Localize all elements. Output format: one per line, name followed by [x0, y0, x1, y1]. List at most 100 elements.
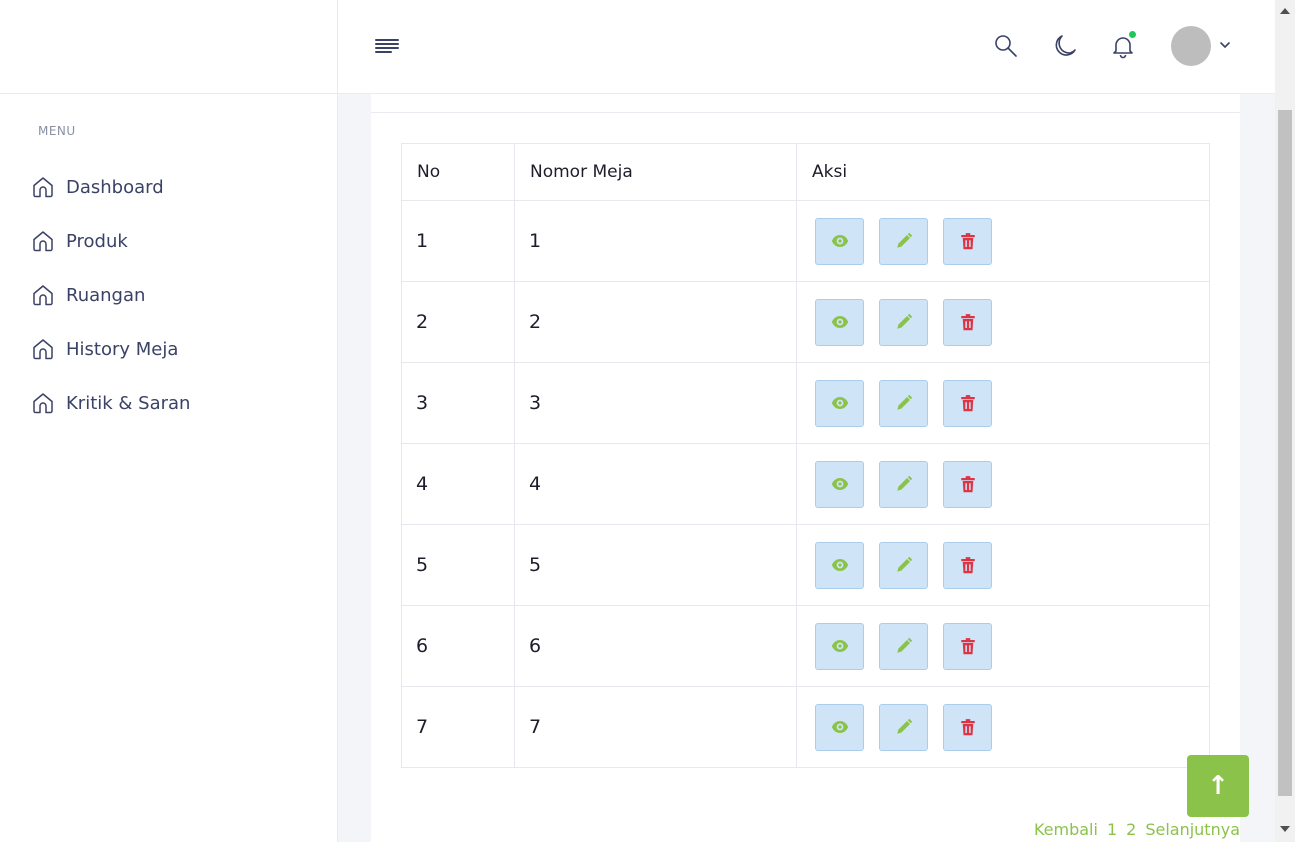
scroll-up-icon[interactable] [1280, 8, 1290, 14]
sidebar-item-label: History Meja [66, 338, 179, 360]
cell-no: 6 [401, 605, 515, 687]
eye-icon [831, 235, 848, 247]
row-actions [811, 298, 1209, 346]
view-button[interactable] [815, 541, 864, 589]
row-actions [811, 541, 1209, 589]
cell-no: 1 [401, 200, 515, 282]
eye-icon [831, 397, 848, 409]
trash-icon [960, 557, 975, 574]
avatar[interactable] [1171, 26, 1211, 66]
arrow-up-icon: ↑ [1207, 771, 1229, 801]
pagination-prev[interactable]: Kembali [1034, 820, 1098, 839]
delete-button[interactable] [943, 217, 992, 265]
delete-button[interactable] [943, 460, 992, 508]
sidebar-item-history-meja[interactable]: History Meja [31, 322, 190, 376]
content-card: No Nomor Meja Aksi 11223344556677 Kembal… [371, 94, 1240, 842]
delete-button[interactable] [943, 379, 992, 427]
trash-icon [960, 314, 975, 331]
row-actions [811, 703, 1209, 751]
sidebar-item-ruangan[interactable]: Ruangan [31, 268, 190, 322]
cell-nomor-meja: 4 [514, 443, 797, 525]
edit-button[interactable] [879, 460, 928, 508]
notification-dot [1128, 30, 1137, 39]
view-button[interactable] [815, 379, 864, 427]
delete-button[interactable] [943, 703, 992, 751]
cell-aksi [796, 200, 1210, 282]
cell-nomor-meja: 2 [514, 281, 797, 363]
sidebar-item-produk[interactable]: Produk [31, 214, 190, 268]
view-button[interactable] [815, 622, 864, 670]
table-header-row: No Nomor Meja Aksi [401, 143, 1210, 201]
cell-no: 2 [401, 281, 515, 363]
pagination-page-2[interactable]: 2 [1126, 820, 1136, 839]
pagination-next[interactable]: Selanjutnya [1145, 820, 1240, 839]
edit-button[interactable] [879, 217, 928, 265]
sidebar-item-kritik-saran[interactable]: Kritik & Saran [31, 376, 190, 430]
delete-button[interactable] [943, 541, 992, 589]
menu-label: MENU [38, 124, 76, 138]
back-to-top-button[interactable]: ↑ [1187, 755, 1249, 817]
cell-nomor-meja: 5 [514, 524, 797, 606]
edit-button[interactable] [879, 298, 928, 346]
edit-button[interactable] [879, 622, 928, 670]
cell-nomor-meja: 7 [514, 686, 797, 768]
column-header-nomor-meja: Nomor Meja [514, 143, 797, 201]
sidebar-item-label: Ruangan [66, 284, 146, 306]
cell-nomor-meja: 1 [514, 200, 797, 282]
sidebar-nav: Dashboard Produk Ruangan History Meja Kr… [31, 160, 190, 430]
home-icon [33, 231, 53, 252]
home-icon [33, 177, 53, 198]
edit-button[interactable] [879, 703, 928, 751]
pencil-icon [896, 232, 912, 248]
table-row: 77 [401, 686, 1210, 768]
cell-aksi [796, 686, 1210, 768]
sidebar-item-label: Dashboard [66, 176, 164, 198]
table-row: 33 [401, 362, 1210, 444]
sidebar-item-dashboard[interactable]: Dashboard [31, 160, 190, 214]
home-icon [33, 285, 53, 306]
view-button[interactable] [815, 703, 864, 751]
top-header [338, 0, 1275, 94]
scroll-thumb[interactable] [1278, 110, 1292, 796]
sidebar-item-label: Kritik & Saran [66, 392, 191, 414]
trash-icon [960, 719, 975, 736]
sidebar-item-label: Produk [66, 230, 128, 252]
delete-button[interactable] [943, 298, 992, 346]
eye-icon [831, 721, 848, 733]
cell-aksi [796, 362, 1210, 444]
sidebar-brand [0, 0, 337, 94]
trash-icon [960, 233, 975, 250]
edit-button[interactable] [879, 541, 928, 589]
chevron-down-icon[interactable] [1218, 38, 1232, 52]
eye-icon [831, 640, 848, 652]
pencil-icon [896, 313, 912, 329]
cell-nomor-meja: 3 [514, 362, 797, 444]
edit-button[interactable] [879, 379, 928, 427]
home-icon [33, 393, 53, 414]
view-button[interactable] [815, 217, 864, 265]
table-row: 22 [401, 281, 1210, 363]
delete-button[interactable] [943, 622, 992, 670]
search-icon[interactable] [992, 32, 1020, 60]
row-actions [811, 379, 1209, 427]
cell-no: 5 [401, 524, 515, 606]
moon-icon[interactable] [1051, 32, 1079, 60]
meja-table: No Nomor Meja Aksi 11223344556677 [401, 143, 1210, 768]
pencil-icon [896, 637, 912, 653]
page-scrollbar[interactable] [1275, 0, 1295, 842]
cell-no: 4 [401, 443, 515, 525]
eye-icon [831, 316, 848, 328]
pagination: Kembali 1 2 Selanjutnya [1034, 820, 1240, 839]
column-header-no: No [401, 143, 515, 201]
trash-icon [960, 395, 975, 412]
pagination-page-1[interactable]: 1 [1107, 820, 1117, 839]
row-actions [811, 622, 1209, 670]
menu-icon[interactable] [375, 36, 399, 56]
pencil-icon [896, 394, 912, 410]
table-row: 11 [401, 200, 1210, 282]
home-icon [33, 339, 53, 360]
eye-icon [831, 478, 848, 490]
view-button[interactable] [815, 460, 864, 508]
scroll-down-icon[interactable] [1280, 826, 1290, 832]
view-button[interactable] [815, 298, 864, 346]
